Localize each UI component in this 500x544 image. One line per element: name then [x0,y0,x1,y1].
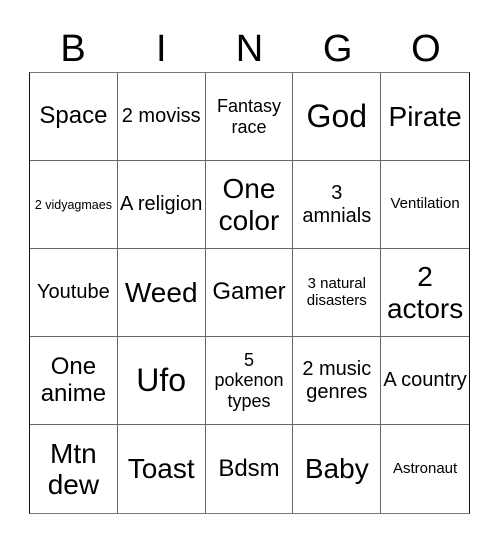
header-letter-o: O [411,28,441,70]
header-letter-i: I [156,28,167,70]
bingo-cell[interactable]: God [293,73,382,161]
bingo-cell[interactable]: A country [381,337,469,425]
bingo-cell[interactable]: Toast [118,425,206,513]
bingo-cell[interactable]: A religion [117,161,206,249]
bingo-cell[interactable]: Bdsm [206,425,294,513]
bingo-cell[interactable]: Pirate [381,73,469,161]
bingo-cell[interactable]: One color [205,161,294,249]
bingo-cell[interactable]: 2 vidyagmaes [30,161,118,249]
bingo-cell[interactable]: 2 moviss [117,73,206,161]
bingo-cell[interactable]: Space [30,73,118,161]
bingo-cell[interactable]: Ufo [117,337,206,425]
bingo-cell-center[interactable]: Gamer [205,249,294,337]
header-letter-g: G [322,28,353,70]
bingo-cell[interactable]: One anime [30,337,118,425]
bingo-cell[interactable]: Youtube [30,249,118,337]
bingo-cell[interactable]: 2 music genres [293,337,382,425]
header-letter-n: N [235,28,264,70]
bingo-cell[interactable]: 3 amnials [293,161,382,249]
bingo-cell[interactable]: Fantasy race [205,73,294,161]
bingo-cell[interactable]: Astronaut [381,425,469,513]
bingo-cell[interactable]: 2 actors [381,249,469,337]
bingo-header: B I N G O [29,26,470,72]
bingo-cell[interactable]: Ventilation [381,161,469,249]
bingo-cell[interactable]: Baby [293,425,382,513]
header-letter-b: B [60,28,86,70]
bingo-grid: Space 2 moviss Fantasy race God Pirate 2… [29,72,470,514]
bingo-cell[interactable]: 5 pokenon types [205,337,294,425]
bingo-cell[interactable]: 3 natural disasters [293,249,382,337]
bingo-cell[interactable]: Weed [117,249,206,337]
bingo-cell[interactable]: Mtn dew [30,425,118,513]
